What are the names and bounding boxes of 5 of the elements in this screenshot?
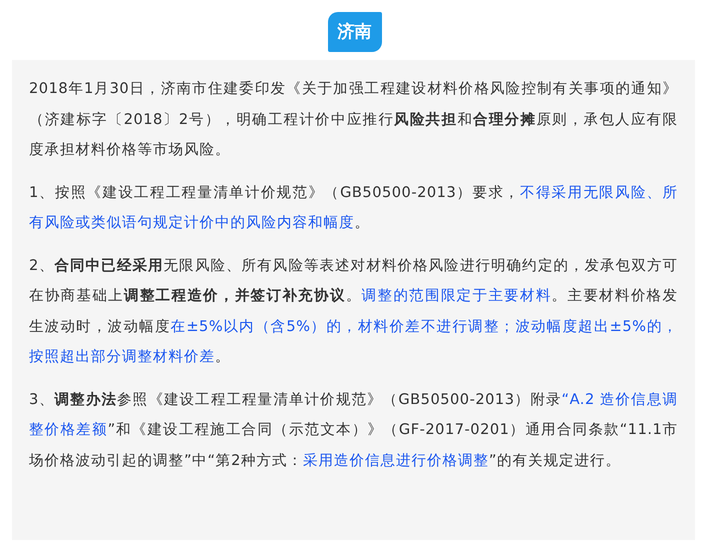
- paragraph: 1、按照《建设工程工程量清单计价规范》（GB50500-2013）要求，不得采用无限风险、所有风险或类似语句规定计价中的风险内容和幅度。: [29, 182, 678, 233]
- paragraph: 2、合同中已经采用无限风险、所有风险等表述对材料价格风险进行明确约定的，发承包双方可在协商基础上调整工程造价，并签订补充协议。调整的范围限定于主要材料。主要材料价格发生波动时，波动幅度在±5%以内（含5%）的，材料价差不进行调整；波动幅度超出±5%的，按照超出部分调整材料价差。: [29, 256, 678, 367]
- paragraph: 2018年1月30日，济南市住建委印发《关于加强工程建设材料价格风险控制有关事项的通知》（济建标字〔2018〕2号），明确工程计价中应推行风险共担和合理分摊原则，承包人应有限度承担材料价格等市场风险。: [29, 79, 678, 160]
- city-badge: 济南: [328, 12, 382, 52]
- paragraph: 3、调整办法参照《建设工程工程量清单计价规范》（GB50500-2013）附录“A.2 造价信息调整价格差额”和《建设工程施工合同（示范文本）》（GF-2017-0201）通用合同条款“11.1市场价格波动引起的调整”中“第2种方式：采用造价信息进行价格调整”的有关规定进行。: [29, 390, 678, 470]
